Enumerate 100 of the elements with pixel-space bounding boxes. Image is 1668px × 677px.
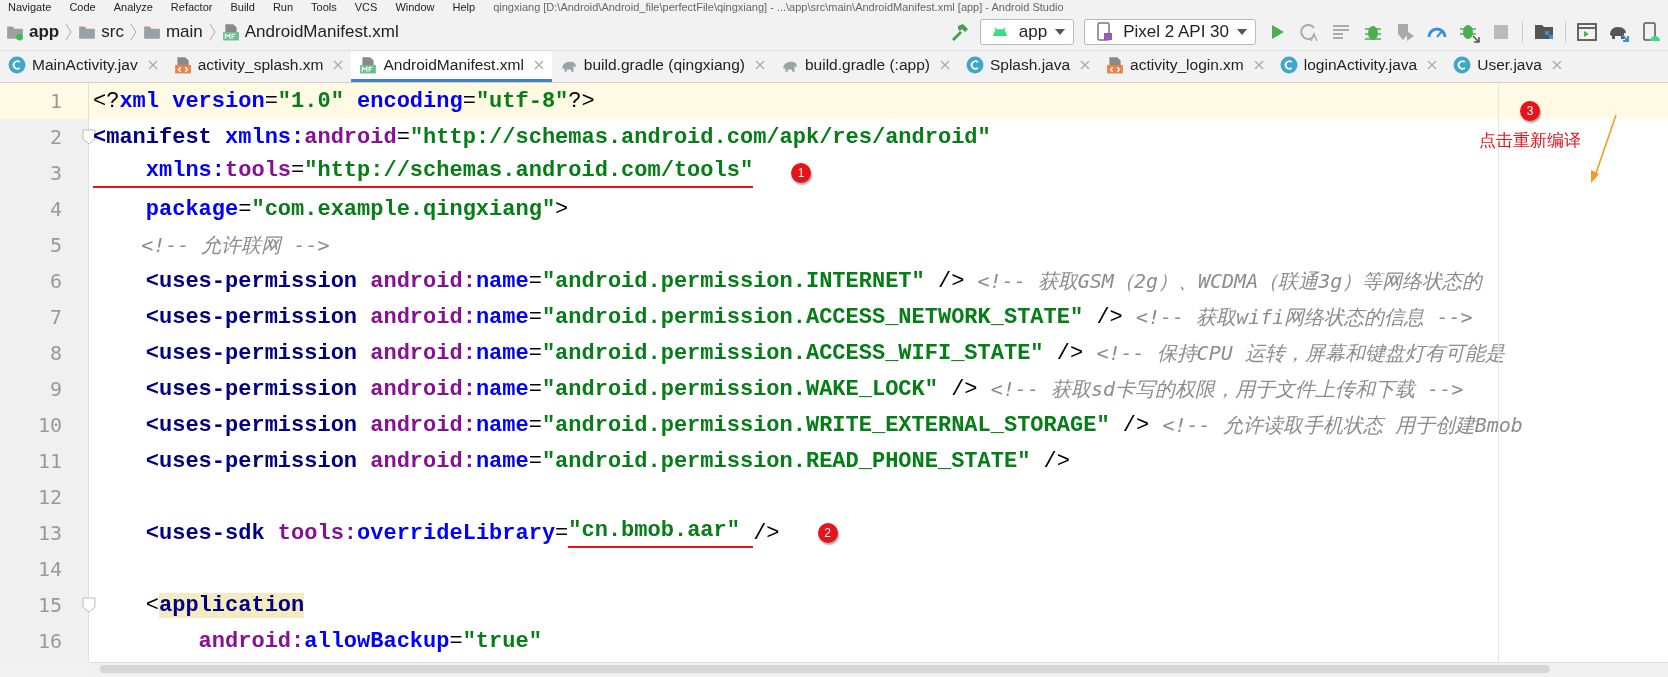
close-icon[interactable]: [333, 60, 344, 70]
caret-icon: [1055, 29, 1066, 35]
code-token: android:: [370, 448, 476, 474]
code-token: />: [936, 268, 966, 294]
code-token: >: [555, 196, 569, 222]
device-dropdown[interactable]: Pixel 2 API 30: [1084, 19, 1256, 45]
code-token: <uses-permission: [144, 376, 359, 402]
editor-tab[interactable]: Splash.java: [957, 51, 1099, 82]
code-token: android:: [370, 412, 476, 438]
code-token: =: [528, 376, 542, 402]
code-token: xmlns:: [225, 124, 305, 150]
code-token: xmlns:: [93, 158, 226, 188]
menu-item[interactable]: Run: [272, 1, 294, 13]
editor-tab[interactable]: MainActivity.jav: [0, 51, 166, 82]
line-number: 2: [48, 125, 62, 149]
code-comment: <!-- 获取sd卡写的权限，用于文件上传和下载 -->: [990, 375, 1464, 403]
line-number: 9: [48, 377, 62, 401]
menu-item[interactable]: VCS: [354, 1, 378, 13]
line-number: 3: [48, 161, 62, 185]
terminal-window-icon[interactable]: [1576, 21, 1598, 43]
layout-file-icon: [1106, 56, 1125, 74]
fold-icon[interactable]: [82, 129, 96, 145]
code-token: <?: [93, 88, 120, 114]
code-token: tools:: [277, 520, 358, 546]
close-icon[interactable]: [147, 60, 158, 70]
code-token: />: [753, 520, 780, 546]
code-token: "android.permission.ACCESS_NETWORK_STATE": [541, 304, 1084, 330]
code-token: "http://schemas.android.com/apk/res/android": [409, 124, 991, 150]
folder-icon: [142, 23, 161, 41]
code-token: <manifest: [93, 124, 213, 150]
code-token: name: [475, 340, 529, 366]
editor-tab[interactable]: build.gradle (:app): [773, 51, 958, 82]
menu-item[interactable]: Code: [69, 1, 96, 13]
breadcrumb-item[interactable]: app: [29, 22, 60, 42]
menu-item[interactable]: Build: [230, 1, 255, 13]
apply-changes-icon[interactable]: [1298, 21, 1320, 43]
folder-icon: [78, 23, 97, 41]
code-token: name: [475, 376, 529, 402]
code-token: <uses-permission: [144, 448, 359, 474]
chevron-icon: [65, 23, 73, 41]
scrollbar[interactable]: [100, 665, 1550, 673]
code-token: encoding: [356, 88, 463, 114]
code-token: xml version: [119, 88, 265, 114]
code-token: =: [528, 304, 542, 330]
editor-tab[interactable]: activity_login.xm: [1098, 51, 1272, 82]
code-token: android:: [370, 376, 476, 402]
menu-item[interactable]: Refactor: [170, 1, 213, 13]
code-comment: <!-- 获取GSM（2g）、WCDMA（联通3g）等网络状态的: [977, 267, 1483, 295]
line-number: 6: [48, 269, 62, 293]
close-icon[interactable]: [939, 60, 950, 70]
code-token: "com.example.qingxiang": [251, 196, 556, 222]
editor-tab[interactable]: User.java: [1445, 51, 1570, 82]
manifest-file-icon: [359, 56, 378, 74]
menu-item[interactable]: Tools: [311, 1, 337, 13]
configuration-dropdown[interactable]: app: [979, 19, 1075, 45]
code-token: <uses-sdk: [144, 520, 266, 546]
code-token: android: [304, 124, 397, 150]
code-token: name: [475, 412, 529, 438]
close-icon[interactable]: [1427, 60, 1438, 70]
close-icon[interactable]: [1080, 60, 1091, 70]
breadcrumb-item[interactable]: AndroidManifest.xml: [244, 22, 399, 42]
close-icon[interactable]: [1551, 60, 1562, 70]
code-token: />: [1121, 412, 1151, 438]
breadcrumb-item[interactable]: main: [165, 22, 203, 42]
code-token: <uses-permission: [144, 412, 359, 438]
line-number: 15: [36, 593, 62, 617]
editor-tab[interactable]: build.gradle (qingxiang): [551, 51, 773, 82]
editor-tab[interactable]: AndroidManifest.xml: [351, 51, 552, 82]
code-token: allowBackup: [304, 628, 450, 654]
menu-item[interactable]: Window: [395, 1, 435, 13]
close-icon[interactable]: [755, 60, 765, 70]
code-comment: <!-- 允许读取手机状态 用于创建Bmob: [1162, 411, 1523, 439]
code-token: "http://schemas.android.com/tools": [304, 158, 754, 188]
code-token: =: [291, 158, 305, 188]
menu-item[interactable]: Navigate: [8, 1, 52, 13]
code-token: "android.permission.WRITE_EXTERNAL_STORAGE": [541, 412, 1110, 438]
class-file-icon: [965, 56, 984, 74]
code-token: =: [528, 412, 542, 438]
code-token: =: [528, 268, 542, 294]
menu-item[interactable]: Help: [452, 1, 476, 13]
close-icon[interactable]: [533, 60, 544, 70]
editor-tab[interactable]: activity_splash.xm: [165, 51, 352, 82]
line-number: 4: [48, 197, 62, 221]
code-token: <uses-permission: [144, 268, 359, 294]
close-icon[interactable]: [1253, 60, 1264, 70]
editor-tab[interactable]: loginActivity.java: [1271, 51, 1446, 82]
class-file-icon: [8, 56, 26, 74]
chevron-icon: [129, 23, 137, 41]
device-manager-icon[interactable]: [1640, 21, 1662, 43]
line-number: 8: [48, 341, 62, 365]
class-file-icon: [1279, 56, 1298, 74]
code-token: />: [1095, 304, 1124, 330]
code-token: ?>: [568, 88, 595, 114]
code-token: name: [475, 268, 529, 294]
menu-item[interactable]: Analyze: [113, 1, 153, 13]
code-token: tools: [225, 158, 292, 188]
code-token: "1.0": [277, 88, 344, 114]
breadcrumb-item[interactable]: src: [101, 22, 124, 42]
code-token: "android.permission.INTERNET": [541, 268, 925, 294]
code-token: =: [528, 340, 542, 366]
